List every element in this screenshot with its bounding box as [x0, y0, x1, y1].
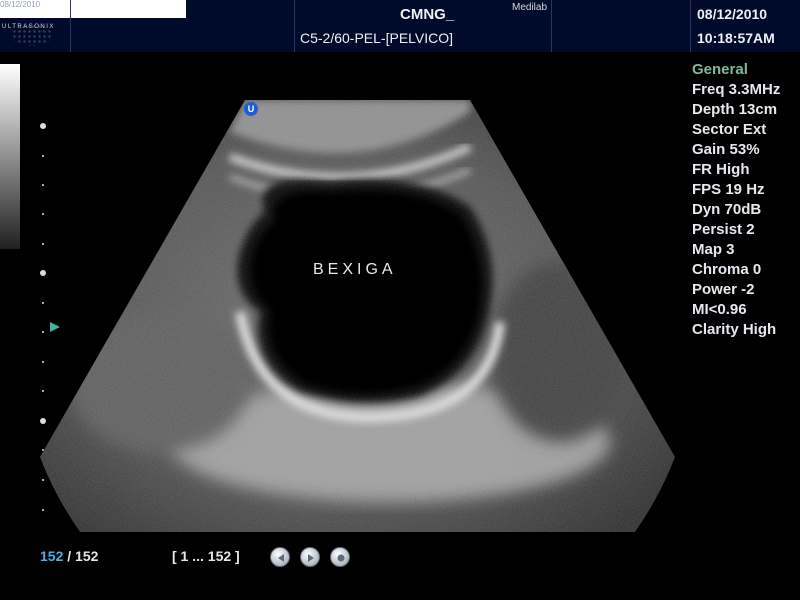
param-power: Power -2: [692, 281, 755, 298]
param-frequency: Freq 3.3MHz: [692, 81, 781, 98]
param-dynamic-range: Dyn 70dB: [692, 201, 762, 218]
image-annotation: BEXIGA: [313, 261, 397, 278]
stop-button[interactable]: [330, 547, 350, 567]
exam-date: 08/12/2010: [697, 6, 768, 22]
param-sector: Sector Ext: [692, 121, 767, 138]
current-frame: 152: [40, 548, 64, 564]
header-divider: [690, 0, 691, 52]
imaging-mode: General: [692, 61, 748, 78]
frame-separator: /: [67, 548, 72, 564]
param-gain: Gain 53%: [692, 141, 760, 158]
play-forward-icon: [308, 554, 314, 562]
logo-date: 08/12/2010: [0, 0, 41, 9]
frame-counter: 152 / 152: [40, 548, 98, 564]
header-divider: [294, 0, 295, 52]
param-mechanical-index: MI<0.96: [692, 301, 747, 318]
imaging-parameters-panel: General Freq 3.3MHz Depth 13cm Sector Ex…: [692, 60, 800, 340]
param-frame-rate: FR High: [692, 161, 750, 178]
cine-range: [ 1 ... 152 ]: [172, 548, 240, 564]
ultrasonix-logo: 08/12/2010 ULTRASONIX: [0, 0, 70, 52]
exam-time: 10:18:57AM: [697, 30, 775, 46]
probe-preset: C5-2/60-PEL-[PELVICO]: [300, 30, 454, 46]
brand-label: Medilab: [512, 2, 548, 13]
param-persistence: Persist 2: [692, 221, 755, 238]
orientation-marker-icon: U: [244, 102, 258, 116]
header-divider: [551, 0, 552, 52]
play-back-icon: [278, 554, 284, 562]
header-bar: 08/12/2010 ULTRASONIX CMNG_ Medilab C5-2…: [0, 0, 800, 52]
sector-scan: [40, 100, 675, 532]
ultrasound-image[interactable]: U BEXIGA: [0, 52, 680, 532]
logo-text: ULTRASONIX: [2, 24, 55, 30]
play-forward-button[interactable]: [300, 547, 320, 567]
play-back-button[interactable]: [270, 547, 290, 567]
param-map: Map 3: [692, 241, 735, 258]
exam-title: CMNG_: [400, 6, 455, 23]
header-divider: [70, 0, 71, 52]
param-clarity: Clarity High: [692, 321, 777, 338]
param-fps: FPS 19 Hz: [692, 181, 765, 198]
param-depth: Depth 13cm: [692, 101, 778, 118]
param-chroma: Chroma 0: [692, 261, 762, 278]
stop-icon: [337, 554, 345, 562]
total-frames: 152: [75, 548, 99, 564]
